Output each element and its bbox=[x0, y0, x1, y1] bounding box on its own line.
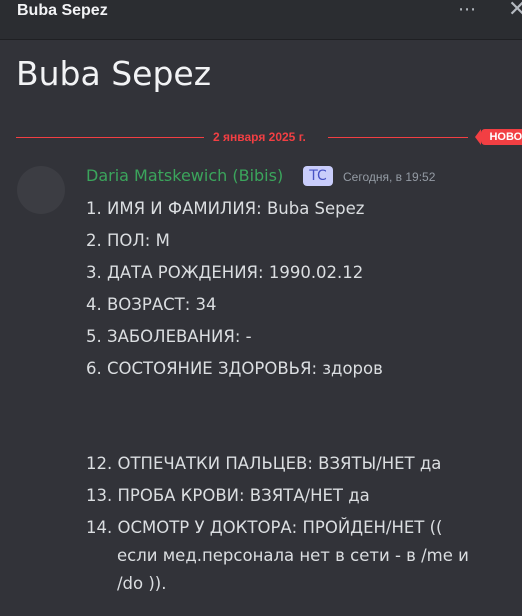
author-name[interactable]: Daria Matskewich (Bibis) bbox=[86, 165, 283, 187]
close-icon[interactable]: ✕ bbox=[508, 0, 522, 22]
message-line: 14. ОСМОТР У ДОКТОРА: ПРОЙДЕН/НЕТ (( bbox=[86, 518, 443, 537]
new-badge: НОВОЕ bbox=[475, 129, 522, 145]
message-line: 12. ОТПЕЧАТКИ ПАЛЬЦЕВ: ВЗЯТЫ/НЕТ да bbox=[86, 454, 442, 473]
divider-date: 2 января 2025 г. bbox=[213, 130, 306, 144]
message-line-continued: если мед.персонала нет в сети - в /me и bbox=[117, 546, 469, 565]
message-line: 4. ВОЗРАСТ: 34 bbox=[86, 295, 217, 314]
message-line: 1. ИМЯ И ФАМИЛИЯ: Buba Sepez bbox=[86, 199, 365, 218]
message-line: 5. ЗАБОЛЕВАНИЯ: - bbox=[86, 327, 252, 346]
message-line-continued: /do )). bbox=[117, 574, 167, 593]
more-options-icon[interactable]: ⋯ bbox=[458, 0, 477, 20]
divider-line-right bbox=[328, 137, 468, 138]
message-line: 3. ДАТА РОЖДЕНИЯ: 1990.02.12 bbox=[86, 263, 364, 282]
message-line: 13. ПРОБА КРОВИ: ВЗЯТА/НЕТ да bbox=[86, 486, 370, 505]
avatar[interactable] bbox=[17, 166, 65, 214]
message-timestamp: Сегодня, в 19:52 bbox=[343, 170, 436, 184]
message-line: 2. ПОЛ: М bbox=[86, 231, 170, 250]
thread-title: Buba Sepez bbox=[16, 54, 212, 93]
divider-line-left bbox=[16, 137, 204, 138]
window-title: Buba Sepez bbox=[17, 2, 108, 19]
title-bar: Buba Sepez ⋯ ✕ bbox=[0, 0, 522, 40]
message-line: 6. СОСТОЯНИЕ ЗДОРОВЬЯ: здоров bbox=[86, 359, 383, 378]
server-tag[interactable]: TC bbox=[303, 166, 333, 186]
